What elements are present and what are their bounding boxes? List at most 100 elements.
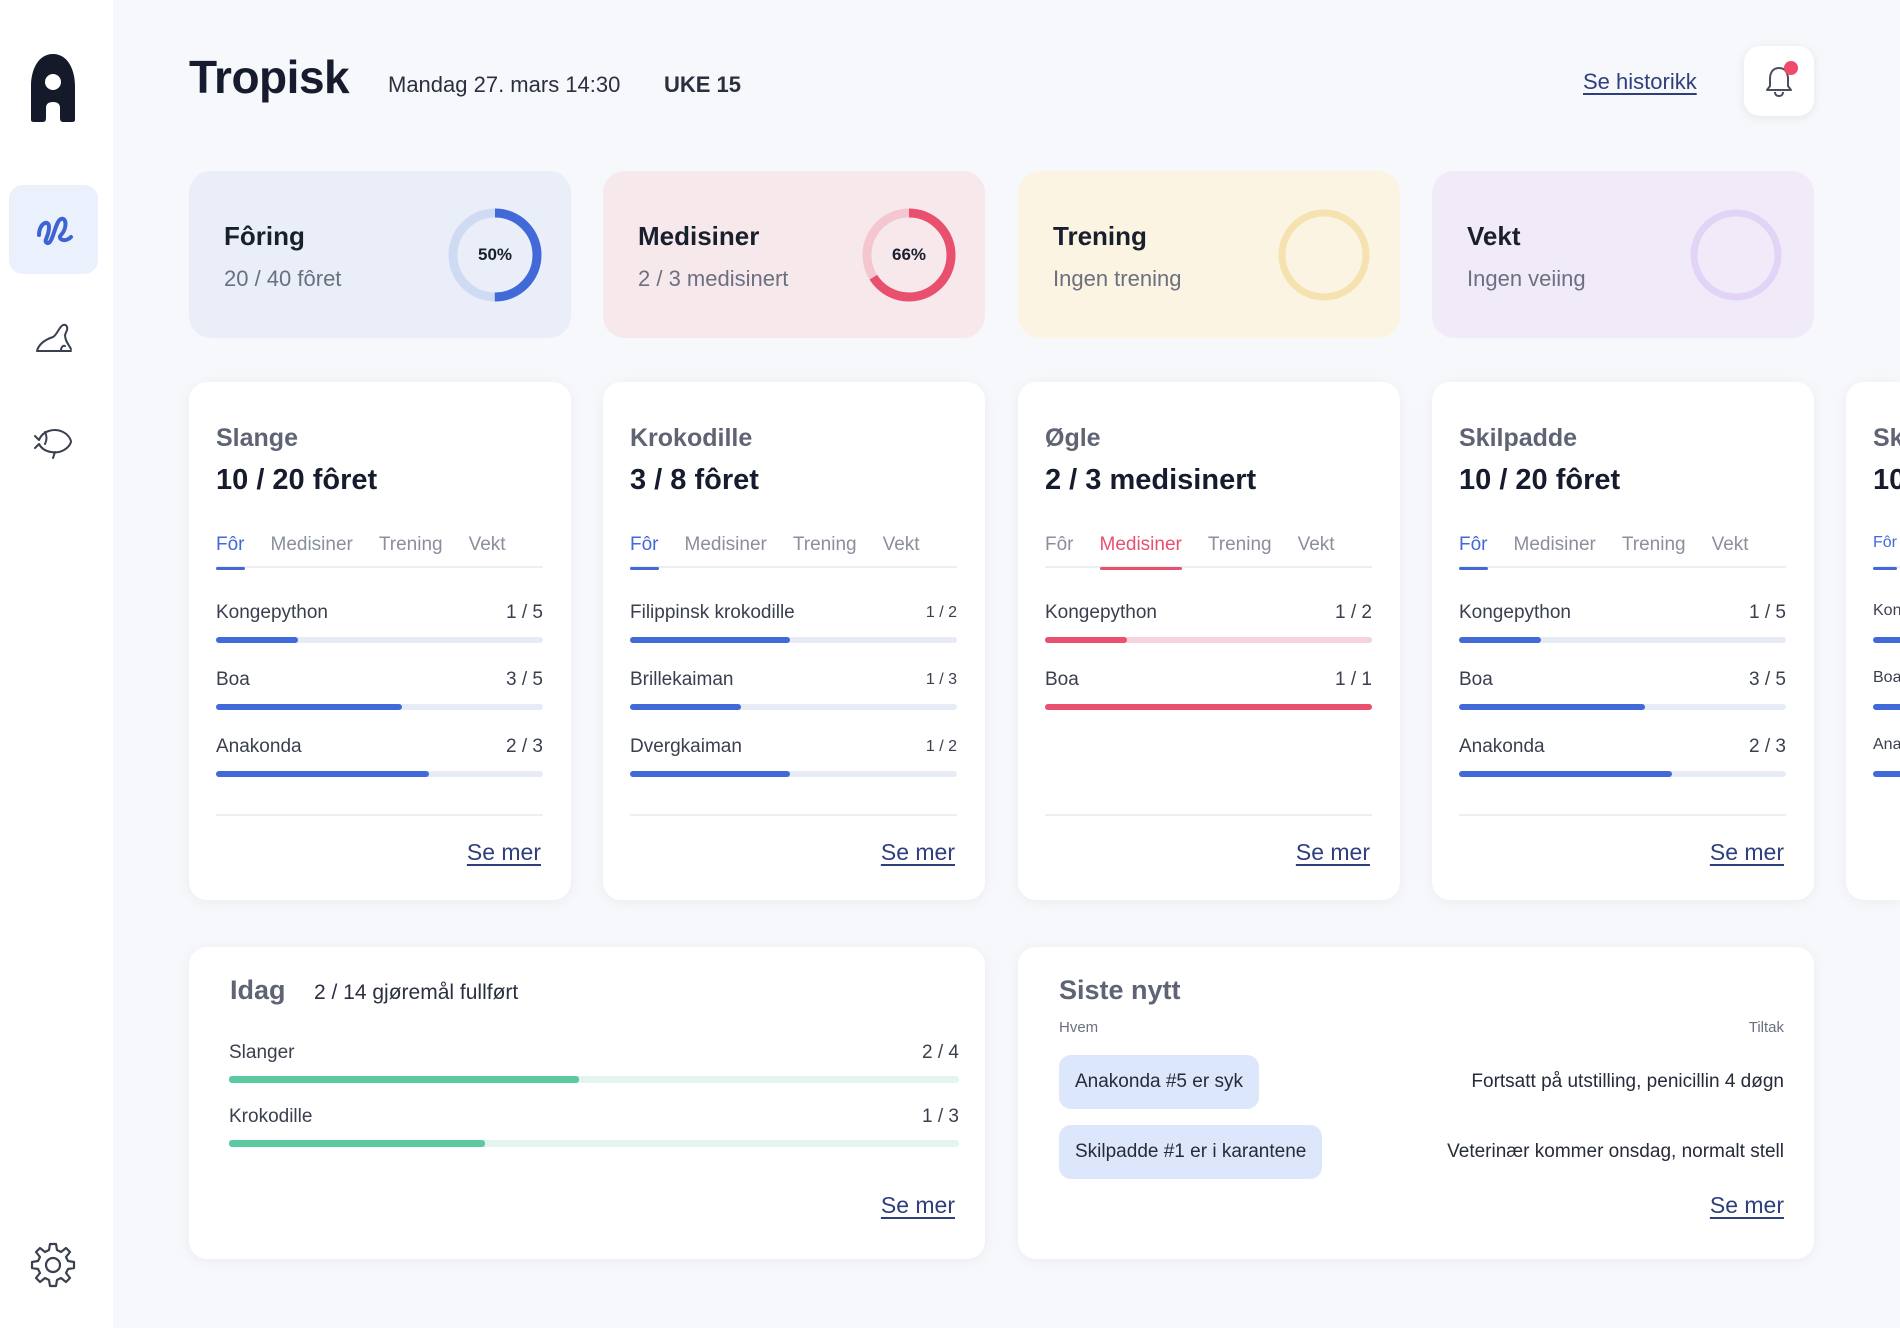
see-more-link[interactable]: Se mer xyxy=(1710,1192,1784,1219)
tab-training[interactable]: Trening xyxy=(379,534,443,568)
notifications-button[interactable] xyxy=(1744,46,1814,116)
list-item: Kongepython 1 / 2 xyxy=(1045,602,1372,669)
tab-training[interactable]: Trening xyxy=(1208,534,1272,568)
tab-medicine[interactable]: Medisiner xyxy=(685,534,767,568)
stat-card-feeding[interactable]: Fôring 20 / 40 fôret 50% xyxy=(189,171,571,338)
news-chip[interactable]: Skilpadde #1 er i karantene xyxy=(1059,1125,1323,1179)
row-count: 1 / 3 xyxy=(922,1106,959,1127)
row-name: Kongepython xyxy=(1045,602,1157,623)
group-status: 10 / 20 fôret xyxy=(1459,464,1621,496)
see-more-link[interactable]: Se mer xyxy=(881,1192,955,1219)
header-week: UKE 15 xyxy=(664,72,742,97)
snake-icon xyxy=(36,216,73,245)
progress-fill xyxy=(630,771,791,777)
group-status: 10 / 20 fôret xyxy=(216,464,378,496)
news-action: Fortsatt på utstilling, penicillin 4 døg… xyxy=(1471,1071,1784,1092)
progress-bar xyxy=(1873,771,1900,777)
progress-fill xyxy=(216,771,429,777)
tab-feed[interactable]: Fôr xyxy=(630,534,659,570)
row-name: Krokodille xyxy=(229,1106,313,1127)
tab-medicine[interactable]: Medisiner xyxy=(1099,534,1183,570)
tab-weight[interactable]: Vekt xyxy=(883,534,920,568)
row-name: Filippinsk krokodille xyxy=(630,602,795,623)
today-subtitle: 2 / 14 gjøremål fullført xyxy=(314,981,519,1004)
group-tabs: Fôr Medisiner Trening Vekt xyxy=(1459,534,1786,570)
group-name: Slange xyxy=(216,424,298,452)
progress-fill xyxy=(1873,637,1900,643)
stat-title: Medisiner xyxy=(638,221,760,251)
list-item: Anakonda 2 / 3 xyxy=(1459,736,1786,803)
tab-weight[interactable]: Vekt xyxy=(1298,534,1335,568)
group-name: Sk xyxy=(1873,424,1900,452)
list-item: Kongepython 1 / 5 xyxy=(1459,602,1786,669)
news-card: Siste nytt Hvem Tiltak Anakonda #5 er sy… xyxy=(1018,947,1814,1259)
progress-fill xyxy=(1459,771,1672,777)
row-count: 2 / 3 xyxy=(506,736,543,757)
row-count: 2 / 3 xyxy=(1749,736,1786,757)
list-item: Filippinsk krokodille 1 / 2 xyxy=(630,602,957,669)
group-status: 3 / 8 fôret xyxy=(630,464,759,496)
row-name: Boa xyxy=(1873,669,1900,686)
progress-ring xyxy=(1690,209,1782,301)
group-card-crocodile: Krokodille 3 / 8 fôret Fôr Medisiner Tre… xyxy=(603,382,985,900)
see-more-link[interactable]: Se mer xyxy=(1710,839,1784,866)
list-item: Brillekaiman 1 / 3 xyxy=(630,669,957,736)
progress-bar xyxy=(1459,771,1786,777)
today-card: Idag 2 / 14 gjøremål fullført Slanger 2 … xyxy=(189,947,985,1259)
list-item: Slanger 2 / 4 xyxy=(229,1042,959,1106)
news-chip[interactable]: Anakonda #5 er syk xyxy=(1059,1055,1259,1109)
tab-training[interactable]: Trening xyxy=(793,534,857,568)
stat-title: Fôring xyxy=(224,221,305,251)
column-header-action: Tiltak xyxy=(1748,1019,1784,1036)
history-link[interactable]: Se historikk xyxy=(1583,69,1697,95)
tab-weight[interactable]: Vekt xyxy=(469,534,506,568)
progress-bar xyxy=(630,637,957,643)
row-name: Dvergkaiman xyxy=(630,736,742,757)
row-count: 1 / 2 xyxy=(1335,602,1372,623)
tab-feed[interactable]: Fôr xyxy=(216,534,245,570)
logo-icon xyxy=(31,54,75,122)
stat-card-medicine[interactable]: Medisiner 2 / 3 medisinert 66% xyxy=(603,171,985,338)
row-count: 1 / 1 xyxy=(1335,669,1372,690)
row-name: Kongepython xyxy=(216,602,328,623)
see-more-link[interactable]: Se mer xyxy=(1296,839,1370,866)
tab-feed[interactable]: Fôr xyxy=(1459,534,1488,570)
row-count: 1 / 5 xyxy=(506,602,543,623)
progress-bar xyxy=(216,771,543,777)
see-more-link[interactable]: Se mer xyxy=(467,839,541,866)
gear-icon[interactable] xyxy=(28,1240,78,1290)
sidebar-item-snakes[interactable] xyxy=(9,185,98,274)
stat-subtitle: 20 / 40 fôret xyxy=(224,266,342,291)
list-item: Anakonda 2 / 3 xyxy=(216,736,543,803)
row-name: Kongepython xyxy=(1459,602,1571,623)
row-name: Boa xyxy=(1459,669,1493,690)
sidebar-item-seals[interactable] xyxy=(9,291,98,380)
progress-bar xyxy=(216,704,543,710)
list-item: Ana xyxy=(1873,736,1900,803)
progress-bar xyxy=(229,1076,959,1083)
tab-weight[interactable]: Vekt xyxy=(1712,534,1749,568)
stat-title: Trening xyxy=(1053,221,1147,251)
row-count: 3 / 5 xyxy=(1749,669,1786,690)
progress-fill xyxy=(1045,637,1127,643)
list-item: Kongepython 1 / 5 xyxy=(216,602,543,669)
tab-feed[interactable]: Fôr xyxy=(1045,534,1074,568)
group-card-turtle: Skilpadde 10 / 20 fôret Fôr Medisiner Tr… xyxy=(1432,382,1814,900)
tab-feed[interactable]: Fôr xyxy=(1873,534,1897,570)
progress-fill xyxy=(229,1140,485,1147)
tab-medicine[interactable]: Medisiner xyxy=(271,534,353,568)
group-card-partial: Sk 10 Fôr Kon Boa Ana xyxy=(1846,382,1900,900)
progress-bar xyxy=(1045,704,1372,710)
tab-training[interactable]: Trening xyxy=(1622,534,1686,568)
stat-card-weight[interactable]: Vekt Ingen veiing xyxy=(1432,171,1814,338)
list-item: Boa 3 / 5 xyxy=(216,669,543,736)
row-name: Ana xyxy=(1873,736,1900,753)
tab-medicine[interactable]: Medisiner xyxy=(1514,534,1596,568)
stat-title: Vekt xyxy=(1467,221,1521,251)
stat-card-training[interactable]: Trening Ingen trening xyxy=(1018,171,1400,338)
see-more-link[interactable]: Se mer xyxy=(881,839,955,866)
group-card-lizard: Øgle 2 / 3 medisinert Fôr Medisiner Tren… xyxy=(1018,382,1400,900)
list-item: Boa 3 / 5 xyxy=(1459,669,1786,736)
sidebar-item-fish[interactable] xyxy=(9,396,98,485)
group-tabs: Fôr xyxy=(1873,534,1900,570)
